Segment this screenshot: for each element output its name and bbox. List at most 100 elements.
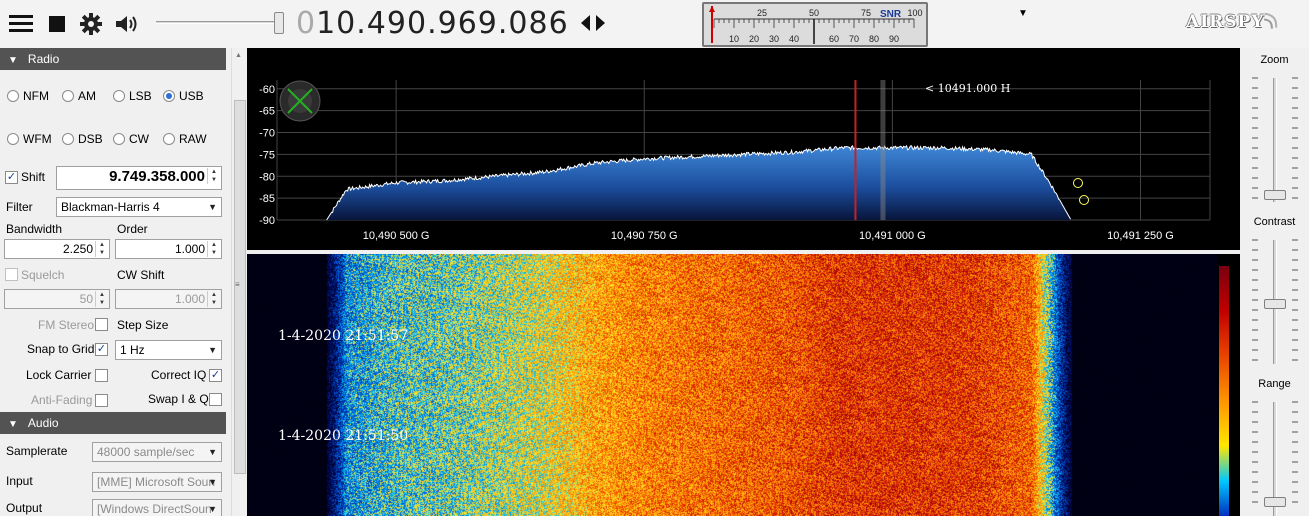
snr-scale-bottom-label: 70 xyxy=(849,34,859,44)
left-right-arrows-icon[interactable] xyxy=(580,12,606,39)
range-label: Range xyxy=(1258,378,1291,390)
filter-select[interactable]: Blackman-Harris 4 ▼ xyxy=(56,197,222,217)
y-tick-label: -80 xyxy=(259,171,275,183)
squelch-checkbox[interactable] xyxy=(5,268,18,281)
radio-dot xyxy=(62,90,74,102)
left-control-panel: ▼ Radio NFM AM LSB USB WFM DSB CW RAW ✓ S… xyxy=(0,48,231,516)
bandwidth-value: 2.250 xyxy=(62,242,93,256)
cw-shift-value: 1.000 xyxy=(174,292,205,306)
zoom-slider-thumb[interactable] xyxy=(1264,190,1286,200)
step-size-label: Step Size xyxy=(117,318,169,332)
radio-dot xyxy=(163,90,175,102)
order-input[interactable]: 1.000 ▲ ▼ xyxy=(115,239,222,259)
step-size-value: 1 Hz xyxy=(120,343,145,357)
filter-label: Filter xyxy=(6,200,33,214)
spectrum-analyzer[interactable]: -60 -65 -70 -75 -80 -85 -90 10,490 500 G 10,490… xyxy=(247,48,1240,252)
filter-edge-handle[interactable] xyxy=(1079,195,1089,205)
mode-radio-nfm[interactable]: NFM xyxy=(7,89,49,103)
x-tick-label: 10,491 000 G xyxy=(859,230,926,242)
mode-label: CW xyxy=(129,132,149,146)
snr-scale-top-label: 50 xyxy=(809,8,819,18)
mode-radio-wfm[interactable]: WFM xyxy=(7,132,52,146)
step-size-select[interactable]: 1 Hz ▼ xyxy=(115,340,222,360)
y-tick-label: -75 xyxy=(259,149,275,161)
waterfall-timestamp: 1-4-2020 21:51:57 xyxy=(278,328,409,344)
waterfall-timestamp: 1-4-2020 21:51:50 xyxy=(278,428,409,444)
samplerate-label: Samplerate xyxy=(6,444,68,458)
volume-slider[interactable] xyxy=(156,12,286,34)
radio-dot xyxy=(113,90,125,102)
waterfall-display[interactable]: 1-4-2020 21:51:57 1-4-2020 21:51:50 xyxy=(247,254,1240,516)
swap-iq-label: Swap I & Q xyxy=(148,392,209,406)
snr-scale-top-label: 25 xyxy=(757,8,767,18)
mode-radio-am[interactable]: AM xyxy=(62,89,96,103)
y-tick-label: -70 xyxy=(259,128,275,140)
mode-radio-dsb[interactable]: DSB xyxy=(62,132,103,146)
snap-to-grid-checkbox[interactable]: ✓ xyxy=(95,343,108,356)
x-tick-label: 10,490 750 G xyxy=(611,230,678,242)
waterfall-canvas[interactable] xyxy=(247,254,1217,516)
mode-label: WFM xyxy=(23,132,52,146)
cursor-band[interactable] xyxy=(880,80,886,220)
speaker-icon[interactable] xyxy=(114,12,140,36)
audio-input-value: [MME] Microsoft Soun xyxy=(97,475,216,489)
cursor-frequency-readout: < 10491.000 H xyxy=(925,82,1010,95)
frequency-prefix: 0 xyxy=(296,6,317,41)
stop-icon[interactable] xyxy=(44,12,70,36)
gear-icon[interactable] xyxy=(78,12,104,36)
frequency-display[interactable]: 010.490.969.086 xyxy=(296,4,569,44)
fm-stereo-checkbox[interactable] xyxy=(95,318,108,331)
mode-radio-lsb[interactable]: LSB xyxy=(113,89,152,103)
radio-section-header[interactable]: ▼ Radio xyxy=(0,48,226,70)
mode-radio-cw[interactable]: CW xyxy=(113,132,149,146)
chevron-down-icon: ▼ xyxy=(208,202,217,212)
lock-carrier-checkbox[interactable] xyxy=(95,369,108,382)
splitter-grip-icon[interactable]: ≡ xyxy=(235,280,240,289)
radio-dot xyxy=(113,133,125,145)
bandwidth-input[interactable]: 2.250 ▲ ▼ xyxy=(4,239,110,259)
mode-radio-raw[interactable]: RAW xyxy=(163,132,207,146)
zoom-label: Zoom xyxy=(1260,54,1289,66)
spinner-arrows-icon[interactable]: ▲ ▼ xyxy=(207,168,220,184)
scroll-up-arrow-icon[interactable]: ▲ xyxy=(235,52,242,59)
audio-input-select[interactable]: [MME] Microsoft Soun ▼ xyxy=(92,472,222,492)
contrast-slider-thumb[interactable] xyxy=(1264,299,1286,309)
cw-shift-input[interactable]: 1.000 ▲ ▼ xyxy=(115,289,222,309)
filter-edge-handle[interactable] xyxy=(1073,178,1083,188)
samplerate-select[interactable]: 48000 sample/sec ▼ xyxy=(92,442,222,462)
audio-section-header[interactable]: ▼ Audio xyxy=(0,412,226,434)
collapse-triangle-icon: ▼ xyxy=(8,55,18,66)
snap-to-grid-label: Snap to Grid xyxy=(27,342,95,356)
swap-iq-checkbox[interactable] xyxy=(209,393,222,406)
squelch-input[interactable]: 50 ▲ ▼ xyxy=(4,289,110,309)
shift-frequency-input[interactable]: 9.749.358.000 ▲ ▼ xyxy=(56,166,222,190)
contrast-label: Contrast xyxy=(1253,216,1296,228)
pan-zoom-control-icon[interactable] xyxy=(279,80,321,122)
range-slider-thumb[interactable] xyxy=(1264,497,1286,507)
radio-dot xyxy=(163,133,175,145)
spinner-arrows-icon[interactable]: ▲ ▼ xyxy=(95,291,108,307)
snr-scale-bottom-label: 90 xyxy=(889,34,899,44)
top-toolbar: 010.490.969.086 SNR 25 50 75 100 10 20 3… xyxy=(0,0,1309,48)
y-tick-label: -90 xyxy=(259,215,275,227)
audio-output-select[interactable]: [Windows DirectSoun ▼ xyxy=(92,499,222,516)
snr-scale-bottom-label: 60 xyxy=(829,34,839,44)
volume-slider-thumb[interactable] xyxy=(274,12,284,34)
spinner-arrows-icon[interactable]: ▲ ▼ xyxy=(207,241,220,257)
fm-stereo-label: FM Stereo xyxy=(38,318,95,332)
anti-fading-checkbox[interactable] xyxy=(95,394,108,407)
snr-scale-bottom-label: 80 xyxy=(869,34,879,44)
mode-label: USB xyxy=(179,89,204,103)
left-panel-scrollbar[interactable]: ▲ ≡ xyxy=(231,48,247,516)
dropdown-arrow-icon[interactable]: ▼ xyxy=(1018,8,1028,19)
spectrum-chart[interactable]: -60 -65 -70 -75 -80 -85 -90 10,490 500 G 10,490… xyxy=(247,48,1240,252)
spinner-arrows-icon[interactable]: ▲ ▼ xyxy=(95,241,108,257)
radio-section-title: Radio xyxy=(27,52,60,66)
menu-icon[interactable] xyxy=(8,12,34,36)
snr-scale-bottom-label: 30 xyxy=(769,34,779,44)
shift-checkbox[interactable]: ✓ xyxy=(5,171,18,184)
spinner-arrows-icon[interactable]: ▲ ▼ xyxy=(207,291,220,307)
correct-iq-checkbox[interactable]: ✓ xyxy=(209,369,222,382)
mode-radio-usb[interactable]: USB xyxy=(163,89,204,103)
zoom-slider[interactable] xyxy=(1273,78,1277,202)
